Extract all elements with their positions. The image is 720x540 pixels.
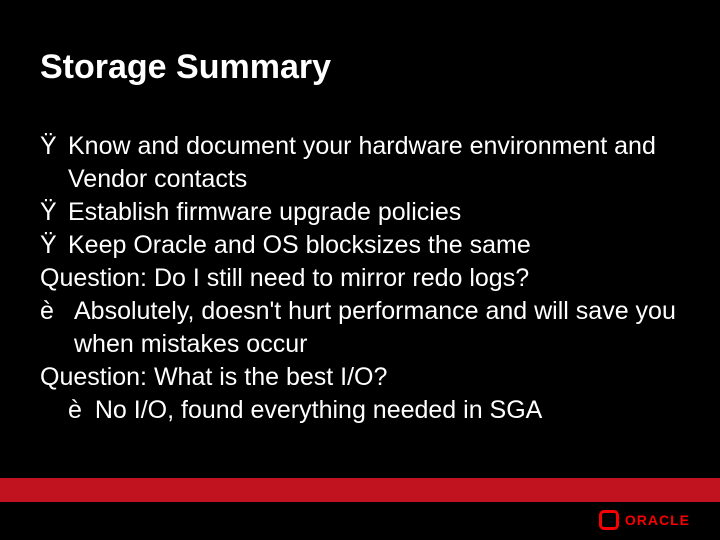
- answer-line: è No I/O, found everything needed in SGA: [40, 394, 680, 427]
- oracle-logo: ORACLE: [599, 510, 690, 530]
- bullet-item: Ÿ Know and document your hardware enviro…: [40, 130, 680, 196]
- answer-text: Absolutely, doesn't hurt performance and…: [74, 295, 680, 361]
- bullet-text: Establish firmware upgrade policies: [68, 196, 461, 229]
- slide-body: Ÿ Know and document your hardware enviro…: [40, 130, 680, 427]
- oracle-logo-text: ORACLE: [625, 512, 690, 528]
- oracle-logo-icon: [599, 510, 619, 530]
- arrow-icon: è: [40, 295, 68, 328]
- bullet-glyph: Ÿ: [40, 130, 68, 163]
- bullet-item: Ÿ Keep Oracle and OS blocksizes the same: [40, 229, 680, 262]
- answer-line: è Absolutely, doesn't hurt performance a…: [40, 295, 680, 361]
- arrow-icon: è: [68, 394, 82, 427]
- answer-text: No I/O, found everything needed in SGA: [95, 394, 543, 427]
- question-text: Question: What is the best I/O?: [40, 361, 387, 394]
- slide-title: Storage Summary: [40, 48, 331, 87]
- answer-text: [88, 394, 95, 427]
- question-line: Question: What is the best I/O?: [40, 361, 680, 394]
- bullet-glyph: Ÿ: [40, 229, 68, 262]
- footer-red-bar: [0, 478, 720, 502]
- bullet-text: Know and document your hardware environm…: [68, 130, 680, 196]
- bullet-text: Keep Oracle and OS blocksizes the same: [68, 229, 531, 262]
- question-line: Question: Do I still need to mirror redo…: [40, 262, 680, 295]
- bullet-item: Ÿ Establish firmware upgrade policies: [40, 196, 680, 229]
- question-text: Question: Do I still need to mirror redo…: [40, 262, 529, 295]
- bullet-glyph: Ÿ: [40, 196, 68, 229]
